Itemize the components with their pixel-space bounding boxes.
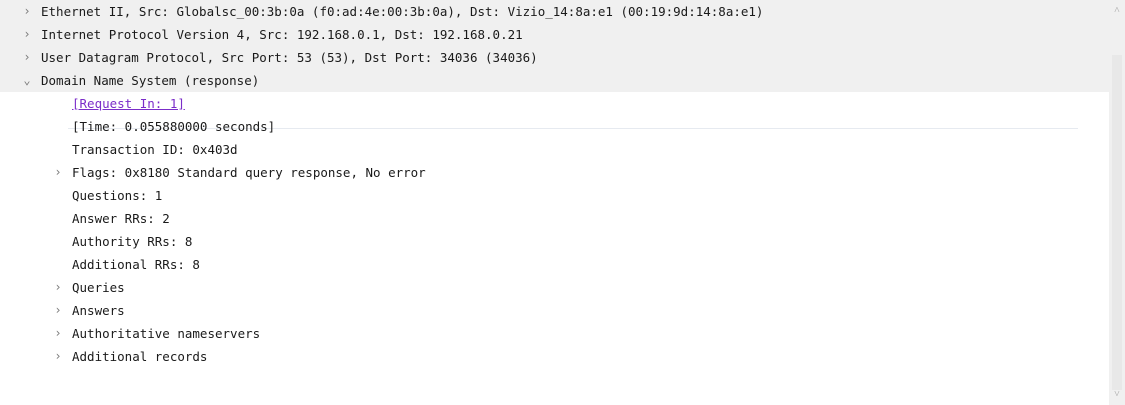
expand-arrow-icon[interactable]: › [20,23,34,46]
scroll-down-icon[interactable]: ˅ [1109,388,1125,402]
tree-row-label: [Time: 0.055880000 seconds] [72,119,276,134]
tree-row-label: Queries [72,280,125,295]
tree-row-label: Internet Protocol Version 4, Src: 192.16… [41,27,523,42]
tree-row-label: Answer RRs: 2 [72,211,170,226]
tree-row-label: Transaction ID: 0x403d [72,142,238,157]
tree-row-label: Additional records [72,349,208,364]
expand-arrow-icon[interactable]: › [51,322,65,345]
tree-row-label: Additional RRs: 8 [72,257,200,272]
tree-row-label: Authority RRs: 8 [72,234,193,249]
tree-row-label: Authoritative nameservers [72,326,261,341]
expand-arrow-icon[interactable]: › [20,0,34,23]
tree-row-udp[interactable]: › User Datagram Protocol, Src Port: 53 (… [0,46,1109,69]
tree-row-label: Flags: 0x8180 Standard query response, N… [72,165,426,180]
tree-row-label: Questions: 1 [72,188,163,203]
tree-row-dns[interactable]: ⌄ Domain Name System (response) [0,69,1109,92]
request-in-link[interactable]: [Request In: 1] [72,92,185,115]
vertical-scrollbar[interactable]: ˄ ˅ [1109,0,1125,405]
tree-row-label: Answers [72,303,125,318]
scrollbar-thumb[interactable] [1112,55,1122,390]
expand-arrow-icon[interactable]: › [20,46,34,69]
tree-row-label: Ethernet II, Src: Globalsc_00:3b:0a (f0:… [41,4,764,19]
tree-row-ipv4[interactable]: › Internet Protocol Version 4, Src: 192.… [0,23,1109,46]
expand-arrow-icon[interactable]: › [51,161,65,184]
tree-row-label: Domain Name System (response) [41,73,260,88]
packet-details-tree: › Ethernet II, Src: Globalsc_00:3b:0a (f… [0,0,1109,405]
expand-arrow-icon[interactable]: › [51,345,65,368]
tree-row-label: User Datagram Protocol, Src Port: 53 (53… [41,50,538,65]
collapse-arrow-icon[interactable]: ⌄ [20,69,34,92]
scroll-up-icon[interactable]: ˄ [1109,4,1125,18]
packet-details-pane: › Ethernet II, Src: Globalsc_00:3b:0a (f… [0,0,1125,405]
expand-arrow-icon[interactable]: › [51,276,65,299]
tree-row-ethernet[interactable]: › Ethernet II, Src: Globalsc_00:3b:0a (f… [0,0,1109,23]
expand-arrow-icon[interactable]: › [51,299,65,322]
